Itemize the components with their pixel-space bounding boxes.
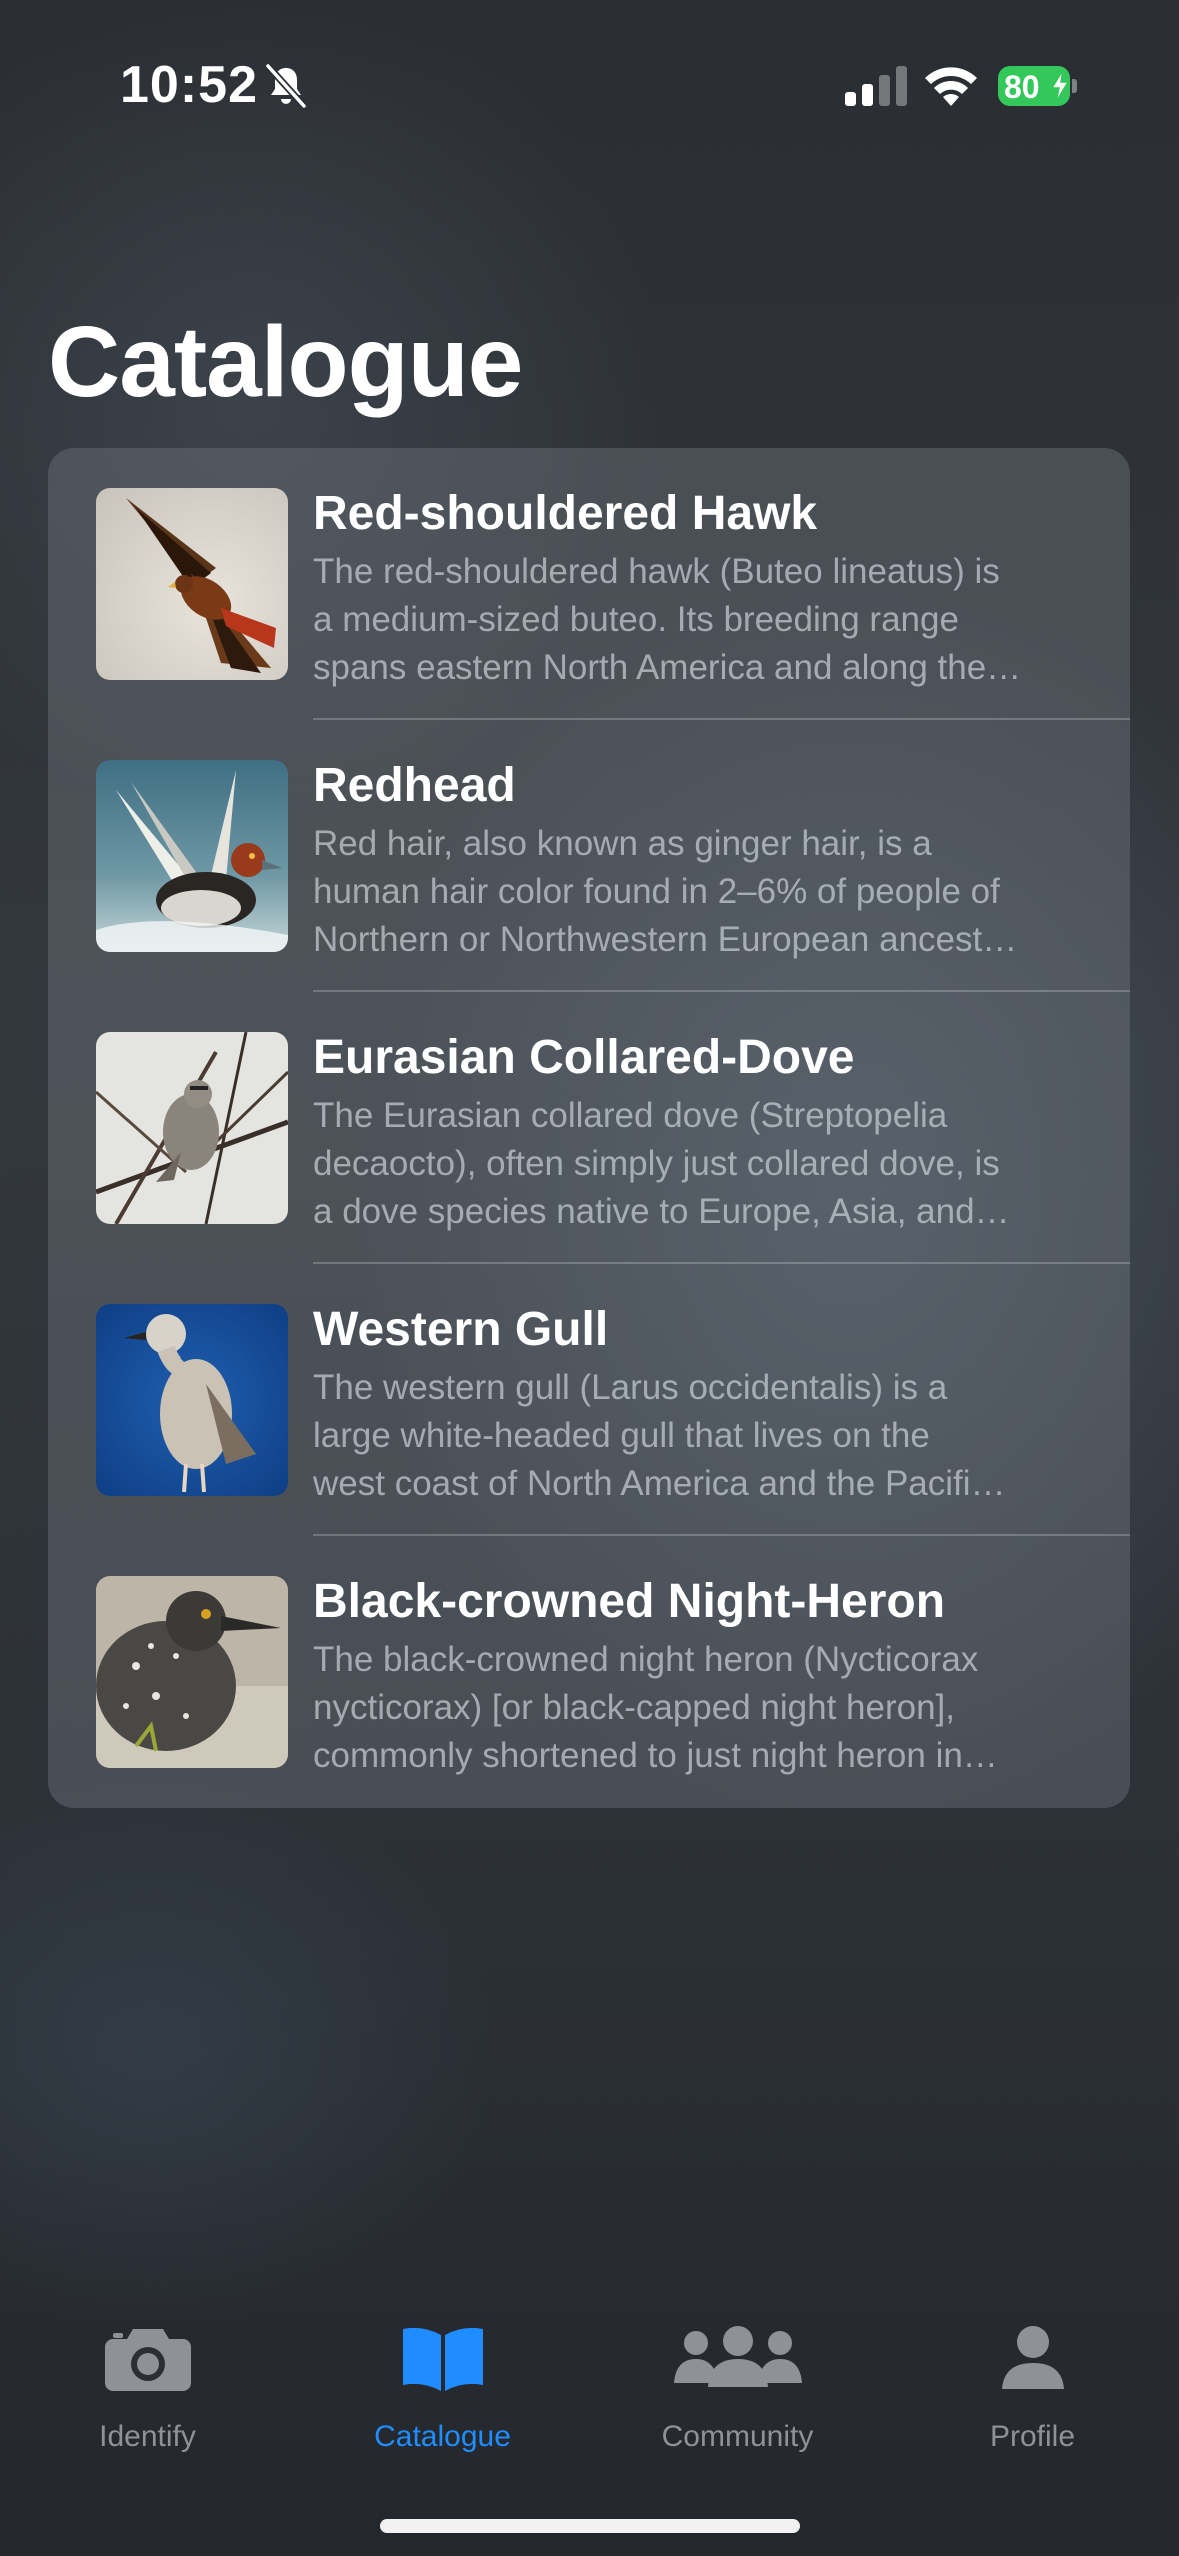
tab-profile[interactable]: Profile (885, 2290, 1179, 2460)
bird-thumbnail (96, 488, 288, 680)
list-item[interactable]: Black-crowned Night-Heron The black-crow… (48, 1536, 1130, 1808)
list-item[interactable]: Redhead Red hair, also known as ginger h… (48, 720, 1130, 992)
bird-thumbnail (96, 760, 288, 952)
bell-slash-icon (265, 63, 307, 109)
item-description: The western gull (Larus occidentalis) is… (313, 1368, 1006, 1503)
tab-bar: Identify Catalogue Community Profile (0, 2290, 1179, 2556)
bird-thumbnail (96, 1032, 288, 1224)
list-item[interactable]: Western Gull The western gull (Larus occ… (48, 1264, 1130, 1536)
item-title: Black-crowned Night-Heron (313, 1575, 946, 1628)
bird-thumbnail (96, 1576, 288, 1768)
page-title: Catalogue (48, 306, 523, 418)
cellular-signal-icon (845, 66, 907, 106)
item-description: Red hair, also known as ginger hair, is … (313, 824, 1018, 959)
camera-icon (104, 2329, 191, 2391)
battery-indicator: 80 (998, 66, 1078, 106)
people-icon (673, 2326, 802, 2387)
tab-label: Community (661, 2420, 814, 2453)
wifi-icon (925, 67, 977, 106)
tab-label: Profile (989, 2420, 1076, 2453)
tab-community[interactable]: Community (590, 2290, 885, 2460)
bird-thumbnail (96, 1304, 288, 1496)
item-title: Eurasian Collared-Dove (313, 1031, 855, 1084)
item-description: The Eurasian collared dove (Streptopelia… (313, 1096, 1010, 1231)
tab-catalogue[interactable]: Catalogue (295, 2290, 590, 2460)
list-item[interactable]: Red-shouldered Hawk The red-shouldered h… (48, 448, 1130, 720)
person-icon (1001, 2326, 1064, 2389)
item-title: Western Gull (313, 1303, 609, 1356)
tab-label: Identify (99, 2420, 196, 2453)
book-icon (402, 2327, 483, 2391)
home-indicator[interactable] (380, 2519, 800, 2533)
item-description: The black-crowned night heron (Nycticora… (313, 1640, 998, 1775)
status-bar: 10:52 80 (0, 0, 1179, 170)
catalogue-list: Red-shouldered Hawk The red-shouldered h… (48, 448, 1130, 1808)
list-item[interactable]: Eurasian Collared-Dove The Eurasian coll… (48, 992, 1130, 1264)
tab-label: Catalogue (374, 2420, 511, 2453)
item-title: Red-shouldered Hawk (313, 487, 818, 540)
status-time: 10:52 (120, 56, 258, 114)
charging-bolt-icon (1050, 70, 1070, 102)
item-title: Redhead (313, 759, 516, 812)
tab-identify[interactable]: Identify (0, 2290, 295, 2460)
battery-level: 80 (1004, 69, 1040, 105)
item-description: The red-shouldered hawk (Buteo lineatus)… (313, 552, 1022, 687)
